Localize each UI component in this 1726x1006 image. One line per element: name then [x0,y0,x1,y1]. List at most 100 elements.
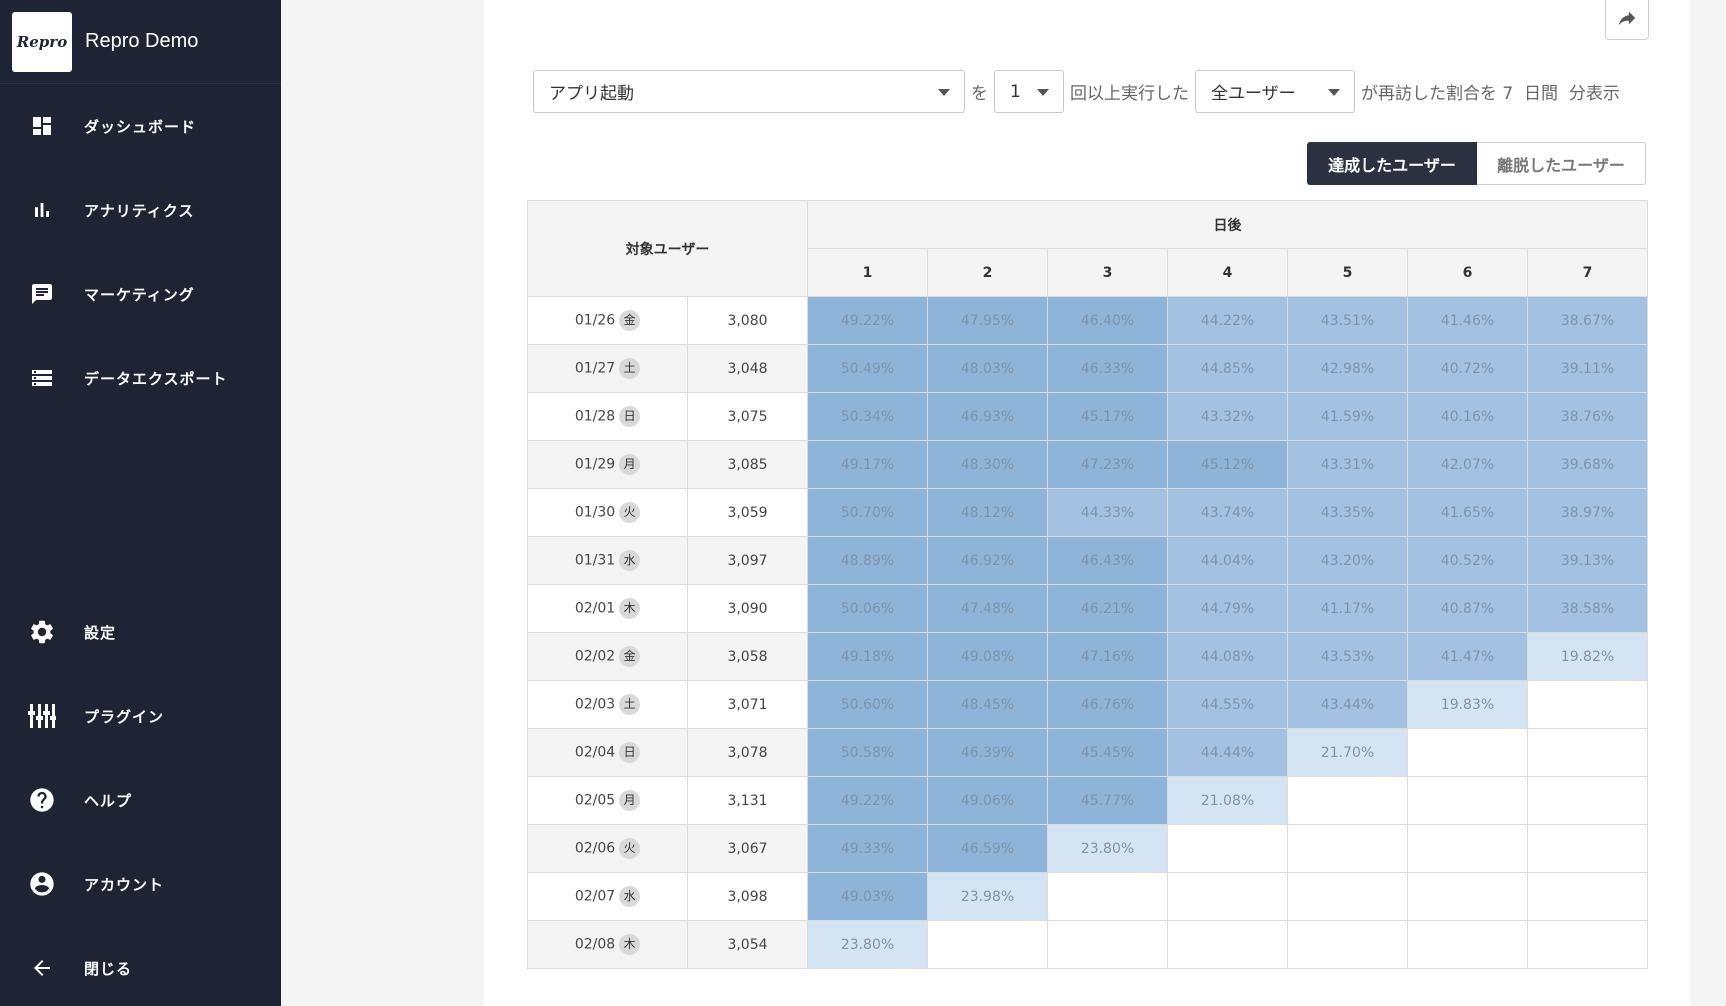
nav-label: ダッシュボード [84,117,197,136]
empty-cell [1287,776,1408,825]
table-row: 01/30 火 3,059 50.70% 48.12% 44.33% 43.74% 43.35… [527,488,1648,537]
help-icon [28,786,56,814]
nav-settings[interactable]: 設定 [0,602,281,662]
churned-users-button[interactable]: 離脱したユーザー [1477,142,1646,185]
segment-select-value: 全ユーザー [1211,84,1296,104]
day-number-header: 5 [1287,248,1408,297]
share-icon [1616,7,1638,33]
weekday-badge: 月 [619,790,641,811]
cohort-date-cell: 02/02 金 [527,632,688,681]
cohort-date: 01/31 [574,552,616,569]
retention-cell: 39.13% [1527,536,1648,585]
achieved-users-button[interactable]: 達成したユーザー [1307,142,1477,185]
segment-select[interactable]: 全ユーザー [1195,70,1355,113]
app-name: Repro Demo [85,30,199,52]
weekday-badge: 水 [619,886,641,907]
empty-cell [1047,872,1168,921]
table-row: 02/01 木 3,090 50.06% 47.48% 46.21% 44.79% 41.17… [527,584,1648,633]
share-button[interactable] [1605,0,1649,40]
retention-cell: 44.22% [1167,296,1288,345]
cohort-date: 02/08 [574,936,616,953]
cohort-date-cell: 02/06 火 [527,824,688,873]
nav-account[interactable]: アカウント [0,854,281,914]
weekday-badge: 火 [619,502,641,523]
nav-label: データエクスポート [84,369,228,388]
cohort-count-cell: 3,098 [687,872,808,921]
gear-icon [28,618,56,646]
table-row: 02/08 木 3,054 23.80% [527,920,1648,969]
cohort-date-cell: 01/28 日 [527,392,688,441]
table-row: 01/29 月 3,085 49.17% 48.30% 47.23% 45.12% 43.31… [527,440,1648,489]
weekday-badge: 金 [619,310,641,331]
retention-cell: 47.23% [1047,440,1168,489]
retention-cell: 45.12% [1167,440,1288,489]
cohort-date-cell: 01/30 火 [527,488,688,537]
weekday-badge: 月 [619,454,641,475]
empty-cell [1167,872,1288,921]
sidebar: Repro Repro Demo ダッシュボード アナリティクス マーケティング… [0,0,281,1006]
retention-cell: 23.98% [927,872,1048,921]
nav-data-export[interactable]: データエクスポート [0,348,281,408]
cohort-date: 02/02 [574,648,616,665]
cohort-count-cell: 3,131 [687,776,808,825]
table-row: 02/04 日 3,078 50.58% 46.39% 45.45% 44.44% 21.70… [527,728,1648,777]
times-select-value: 1 [1010,81,1021,102]
nav-help[interactable]: ヘルプ [0,770,281,830]
weekday-badge: 日 [619,742,641,763]
times-select[interactable]: 1 [994,70,1064,113]
storage-icon [28,364,56,392]
retention-cell: 43.74% [1167,488,1288,537]
retention-cell: 43.44% [1287,680,1408,729]
retention-cell: 45.17% [1047,392,1168,441]
nav-label: ヘルプ [84,791,133,810]
retention-cell: 44.85% [1167,344,1288,393]
retention-cell: 50.34% [807,392,928,441]
retention-cell: 48.12% [927,488,1048,537]
empty-cell [927,920,1048,969]
retention-cell: 38.97% [1527,488,1648,537]
cohort-date-cell: 02/08 木 [527,920,688,969]
retention-cell: 41.47% [1407,632,1528,681]
cohort-date-cell: 01/27 土 [527,344,688,393]
nav-close[interactable]: 閉じる [0,938,281,998]
cohort-date: 01/29 [574,456,616,473]
retention-cell: 46.93% [927,392,1048,441]
table-row: 02/07 水 3,098 49.03% 23.98% [527,872,1648,921]
empty-cell [1407,920,1528,969]
cohort-date-cell: 01/31 水 [527,536,688,585]
empty-cell [1287,872,1408,921]
retention-cell: 50.70% [807,488,928,537]
retention-cell: 46.76% [1047,680,1168,729]
table-row: 02/02 金 3,058 49.18% 49.08% 47.16% 44.08% 43.53… [527,632,1648,681]
weekday-badge: 土 [619,358,641,379]
retention-cell: 43.51% [1287,296,1408,345]
retention-cell: 39.11% [1527,344,1648,393]
weekday-badge: 土 [619,694,641,715]
retention-cell: 48.30% [927,440,1048,489]
retention-cell: 19.82% [1527,632,1648,681]
filter-text-exec: 回以上実行した [1070,84,1189,104]
weekday-badge: 木 [619,934,641,955]
retention-cell: 21.08% [1167,776,1288,825]
cohort-date: 01/26 [574,312,616,329]
retention-cell: 49.22% [807,776,928,825]
days-after-header: 日後 [807,200,1648,249]
nav-marketing[interactable]: マーケティング [0,264,281,324]
retention-cell: 48.89% [807,536,928,585]
nav-dashboard[interactable]: ダッシュボード [0,96,281,156]
weekday-badge: 金 [619,646,641,667]
nav-plugins[interactable]: プラグイン [0,686,281,746]
table-row: 01/31 水 3,097 48.89% 46.92% 46.43% 44.04% 43.20… [527,536,1648,585]
table-row: 01/27 土 3,048 50.49% 48.03% 46.33% 44.85% 42.98… [527,344,1648,393]
retention-cell: 46.39% [927,728,1048,777]
retention-cell: 49.17% [807,440,928,489]
nav-analytics[interactable]: アナリティクス [0,180,281,240]
weekday-badge: 日 [619,406,641,427]
event-select[interactable]: アプリ起動 [533,70,965,113]
weekday-badge: 木 [619,598,641,619]
equalizer-icon [28,702,56,730]
retention-cell: 21.70% [1287,728,1408,777]
cohort-date: 02/06 [574,840,616,857]
brand[interactable]: Repro Repro Demo [0,0,281,84]
nav-label: 設定 [84,623,117,642]
